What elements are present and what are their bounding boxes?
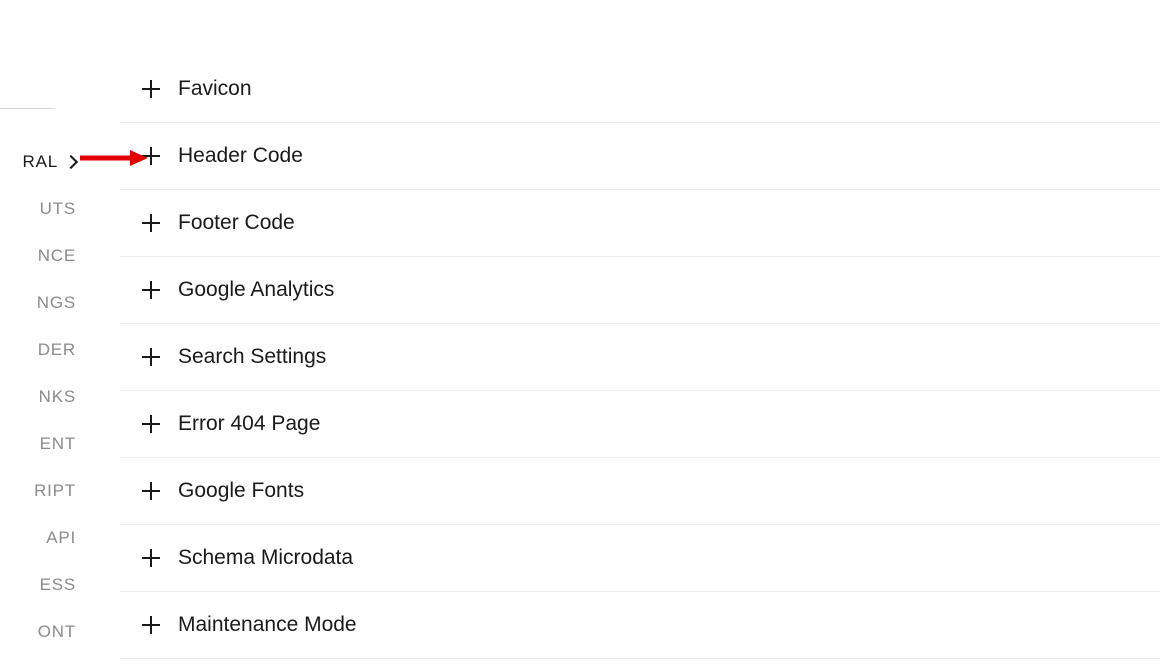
sidebar: RAL UTS NCE NGS DER NKS ENT RIPT API ESS… bbox=[0, 0, 90, 665]
sidebar-item-label: DER bbox=[38, 340, 76, 360]
sidebar-item-label: NCE bbox=[38, 246, 76, 266]
panel-header-code[interactable]: Header Code bbox=[120, 123, 1160, 190]
panel-label: Footer Code bbox=[178, 211, 295, 235]
main-panel-list: Favicon Header Code Footer Code Google A… bbox=[120, 0, 1160, 665]
sidebar-item-label: RIPT bbox=[34, 481, 76, 501]
sidebar-item-api[interactable]: API bbox=[0, 514, 90, 561]
plus-icon bbox=[140, 480, 162, 502]
panel-label: Maintenance Mode bbox=[178, 613, 357, 637]
plus-icon bbox=[140, 279, 162, 301]
sidebar-item-general[interactable]: RAL bbox=[0, 138, 90, 185]
panel-maintenance-mode[interactable]: Maintenance Mode bbox=[120, 592, 1160, 659]
sidebar-item-label: NGS bbox=[37, 293, 76, 313]
sidebar-item-access[interactable]: ESS bbox=[0, 561, 90, 608]
sidebar-item-appearance[interactable]: NCE bbox=[0, 232, 90, 279]
panel-search-settings[interactable]: Search Settings bbox=[120, 324, 1160, 391]
sidebar-item-header[interactable]: DER bbox=[0, 326, 90, 373]
panel-label: Favicon bbox=[178, 77, 252, 101]
sidebar-item-settings[interactable]: NGS bbox=[0, 279, 90, 326]
sidebar-item-label: ONT bbox=[38, 622, 76, 642]
sidebar-item-links[interactable]: NKS bbox=[0, 373, 90, 420]
plus-icon bbox=[140, 212, 162, 234]
sidebar-divider bbox=[0, 108, 55, 109]
sidebar-item-label: ESS bbox=[40, 575, 76, 595]
panel-favicon[interactable]: Favicon bbox=[120, 56, 1160, 123]
panel-error-404[interactable]: Error 404 Page bbox=[120, 391, 1160, 458]
sidebar-item-label: API bbox=[46, 528, 76, 548]
panel-schema-microdata[interactable]: Schema Microdata bbox=[120, 525, 1160, 592]
sidebar-item-layouts[interactable]: UTS bbox=[0, 185, 90, 232]
sidebar-item-script[interactable]: RIPT bbox=[0, 467, 90, 514]
sidebar-item-content[interactable]: ENT bbox=[0, 420, 90, 467]
plus-icon bbox=[140, 346, 162, 368]
chevron-right-icon bbox=[64, 154, 78, 168]
sidebar-item-font[interactable]: ONT bbox=[0, 608, 90, 655]
plus-icon bbox=[140, 614, 162, 636]
sidebar-item-label: ENT bbox=[40, 434, 76, 454]
panel-label: Header Code bbox=[178, 144, 303, 168]
plus-icon bbox=[140, 145, 162, 167]
panel-label: Schema Microdata bbox=[178, 546, 353, 570]
panel-footer-code[interactable]: Footer Code bbox=[120, 190, 1160, 257]
panel-google-fonts[interactable]: Google Fonts bbox=[120, 458, 1160, 525]
sidebar-item-label: UTS bbox=[40, 199, 76, 219]
plus-icon bbox=[140, 78, 162, 100]
panel-label: Error 404 Page bbox=[178, 412, 320, 436]
panel-label: Google Analytics bbox=[178, 278, 334, 302]
plus-icon bbox=[140, 547, 162, 569]
plus-icon bbox=[140, 413, 162, 435]
panel-label: Search Settings bbox=[178, 345, 326, 369]
sidebar-item-label: NKS bbox=[39, 387, 76, 407]
panel-label: Google Fonts bbox=[178, 479, 304, 503]
sidebar-item-label: RAL bbox=[23, 152, 58, 172]
panel-google-analytics[interactable]: Google Analytics bbox=[120, 257, 1160, 324]
